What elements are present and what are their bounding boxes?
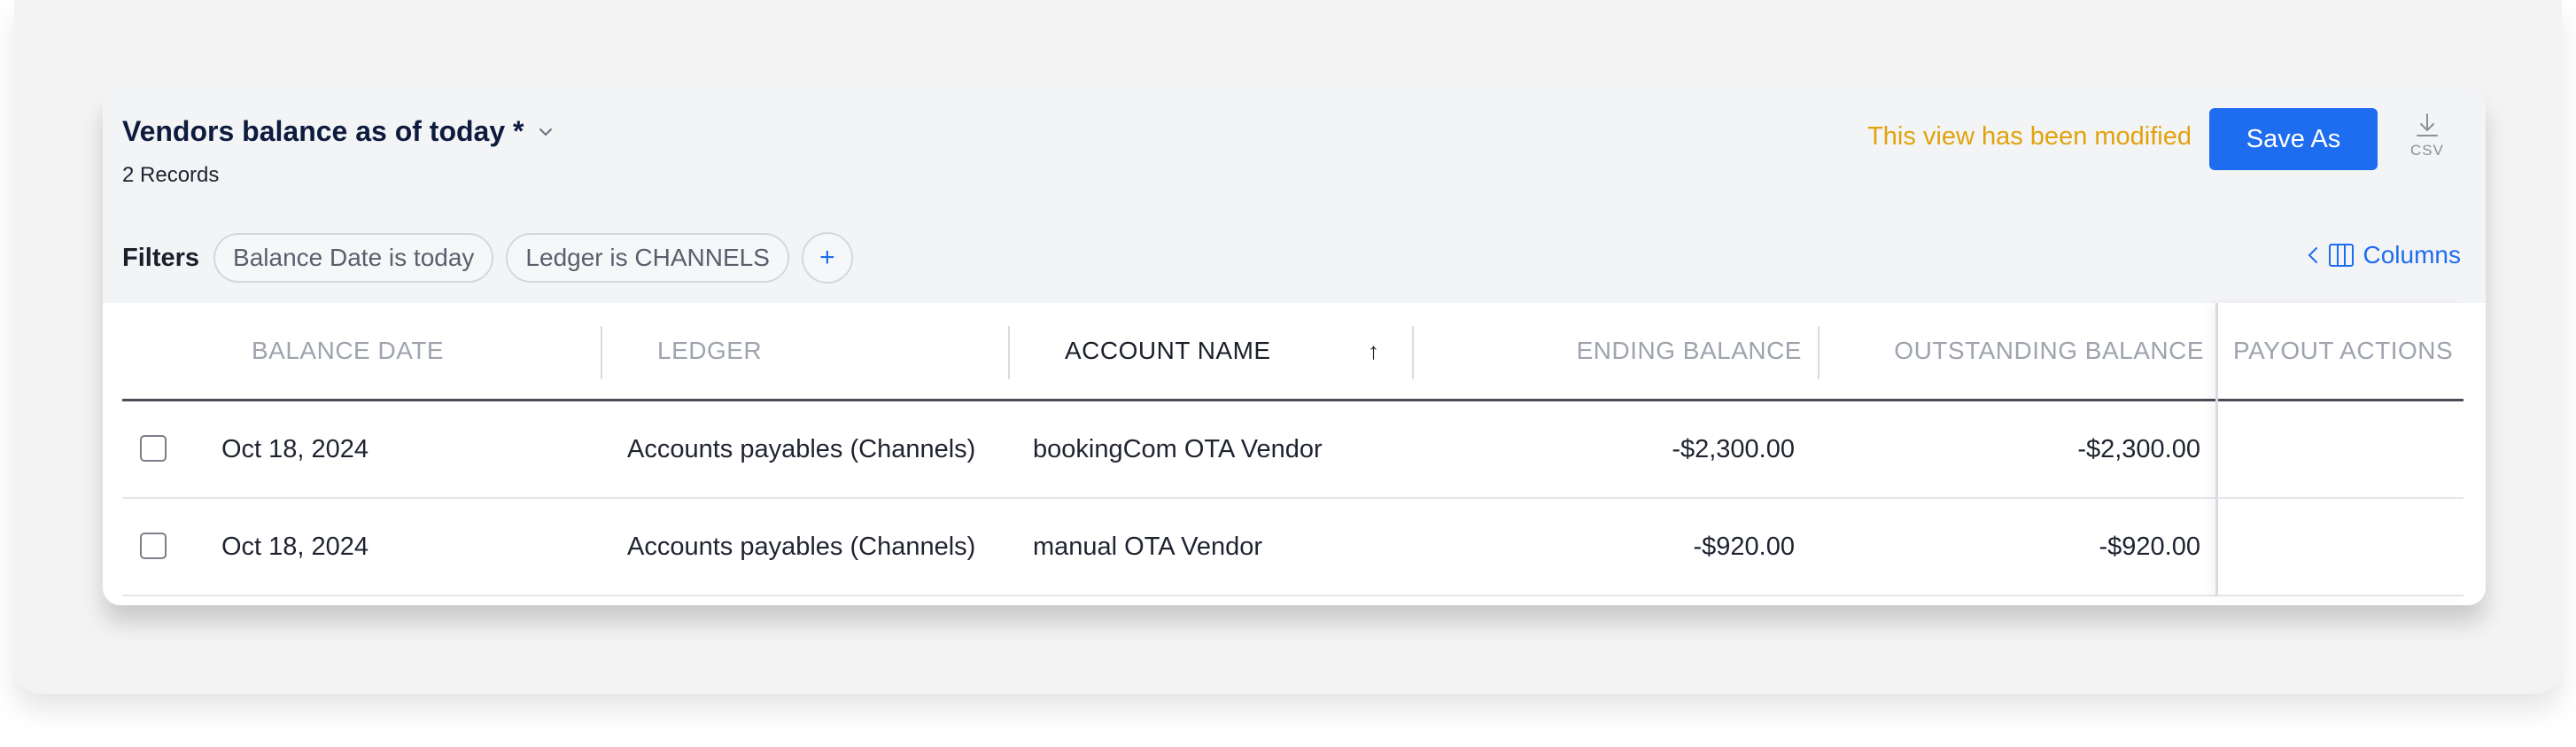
ledger-cell: Accounts payables (Channels)	[627, 532, 976, 561]
download-icon	[2417, 113, 2438, 136]
row-checkbox[interactable]	[140, 533, 167, 559]
column-header-ledger[interactable]: LEDGER	[657, 303, 762, 399]
column-header-account-name[interactable]: ACCOUNT NAME	[1065, 303, 1271, 399]
column-header-balance-date[interactable]: BALANCE DATE	[252, 303, 444, 399]
account-name-cell: bookingCom OTA Vendor	[1033, 434, 1323, 463]
column-resizer[interactable]	[1818, 326, 1819, 379]
report-panel: Vendors balance as of today * 2 Records …	[103, 89, 2486, 605]
column-resizer[interactable]	[1412, 326, 1414, 379]
table-header: BALANCE DATE LEDGER ACCOUNT NAME ↑ ENDIN…	[122, 303, 2463, 401]
chevron-down-icon[interactable]	[536, 122, 555, 142]
view-title-row[interactable]: Vendors balance as of today *	[122, 115, 555, 148]
column-resizer[interactable]	[601, 326, 602, 379]
view-title[interactable]: Vendors balance as of today *	[122, 115, 524, 148]
filters-label: Filters	[122, 243, 200, 272]
csv-label: CSV	[2410, 142, 2444, 159]
balance-table: BALANCE DATE LEDGER ACCOUNT NAME ↑ ENDIN…	[103, 303, 2486, 605]
balance-date-cell: Oct 18, 2024	[221, 532, 369, 561]
column-header-ending-balance[interactable]: ENDING BALANCE	[1424, 303, 1802, 399]
columns-button[interactable]: Columns	[2307, 241, 2461, 269]
outer-card: Vendors balance as of today * 2 Records …	[14, 0, 2562, 694]
filter-chip-ledger[interactable]: Ledger is CHANNELS	[506, 233, 789, 283]
add-filter-button[interactable]: +	[801, 232, 853, 284]
filter-chip-balance-date[interactable]: Balance Date is today	[213, 233, 494, 283]
csv-download-button[interactable]: CSV	[2401, 112, 2454, 168]
column-header-outstanding-balance[interactable]: OUTSTANDING BALANCE	[1832, 303, 2204, 399]
table-row[interactable]: Oct 18, 2024 Accounts payables (Channels…	[122, 401, 2463, 499]
account-name-cell: manual OTA Vendor	[1033, 532, 1263, 561]
ledger-cell: Accounts payables (Channels)	[627, 434, 976, 463]
ending-balance-cell: -$920.00	[1693, 532, 1796, 561]
columns-label: Columns	[2363, 241, 2461, 268]
records-count: 2 Records	[122, 163, 220, 187]
table-row[interactable]: Oct 18, 2024 Accounts payables (Channels…	[122, 499, 2463, 596]
save-as-button[interactable]: Save As	[2209, 108, 2378, 170]
sort-ascending-icon[interactable]: ↑	[1368, 303, 1380, 399]
outstanding-balance-cell: -$2,300.00	[2077, 434, 2200, 463]
row-checkbox[interactable]	[140, 435, 167, 462]
balance-date-cell: Oct 18, 2024	[221, 434, 369, 463]
columns-icon	[2328, 244, 2354, 267]
modified-notice: This view has been modified	[1867, 122, 2192, 151]
ending-balance-cell: -$2,300.00	[1672, 434, 1795, 463]
outstanding-balance-cell: -$920.00	[2099, 532, 2201, 561]
payout-actions-column	[2215, 303, 2466, 596]
chevron-left-icon	[2308, 247, 2317, 263]
filters-bar: Filters Balance Date is today Ledger is …	[122, 232, 853, 284]
column-resizer[interactable]	[1008, 326, 1010, 379]
